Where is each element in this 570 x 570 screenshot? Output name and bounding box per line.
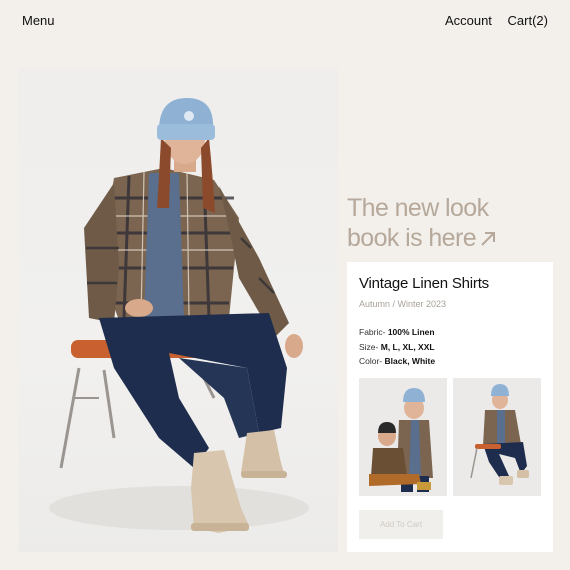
spec-fabric: Fabric- 100% Linen bbox=[359, 325, 435, 340]
hero-image bbox=[19, 68, 338, 552]
headline-line-2-text: book is here bbox=[347, 224, 477, 252]
product-season: Autumn / Winter 2023 bbox=[359, 299, 447, 309]
top-nav: Menu Account Cart(2) bbox=[22, 13, 548, 29]
headline-line-1: The new look bbox=[347, 194, 489, 222]
cart-link[interactable]: Cart(2) bbox=[508, 13, 548, 28]
lookbook-headline[interactable]: The new look book is here bbox=[347, 193, 557, 253]
couple-photo-image bbox=[369, 388, 433, 492]
account-link[interactable]: Account bbox=[445, 13, 492, 28]
spec-value: Black, White bbox=[384, 356, 436, 366]
nav-right: Account Cart(2) bbox=[433, 13, 548, 28]
spec-label: Fabric bbox=[359, 327, 383, 337]
headline-line-2: book is here bbox=[347, 223, 557, 253]
spec-size: Size- M, L, XL, XXL bbox=[359, 340, 435, 355]
arrow-up-right-icon bbox=[481, 232, 495, 247]
spec-label: Color bbox=[359, 356, 380, 366]
product-thumbnail-2[interactable] bbox=[453, 378, 541, 496]
menu-link[interactable]: Menu bbox=[22, 13, 55, 28]
product-card: Vintage Linen Shirts Autumn / Winter 202… bbox=[347, 262, 553, 552]
seated-model-photo-image bbox=[470, 384, 529, 485]
spec-color: Color- Black, White bbox=[359, 354, 435, 369]
spec-value: 100% Linen bbox=[387, 327, 435, 337]
product-thumbnail-1[interactable] bbox=[359, 378, 447, 496]
product-specs: Fabric- 100% Linen Size- M, L, XL, XXL C… bbox=[359, 325, 435, 369]
add-to-cart-button[interactable]: Add To Cart bbox=[359, 510, 443, 539]
product-title: Vintage Linen Shirts bbox=[359, 275, 489, 292]
spec-value: M, L, XL, XXL bbox=[380, 341, 435, 352]
spec-label: Size bbox=[359, 341, 376, 352]
hero-model-photo bbox=[49, 98, 309, 533]
